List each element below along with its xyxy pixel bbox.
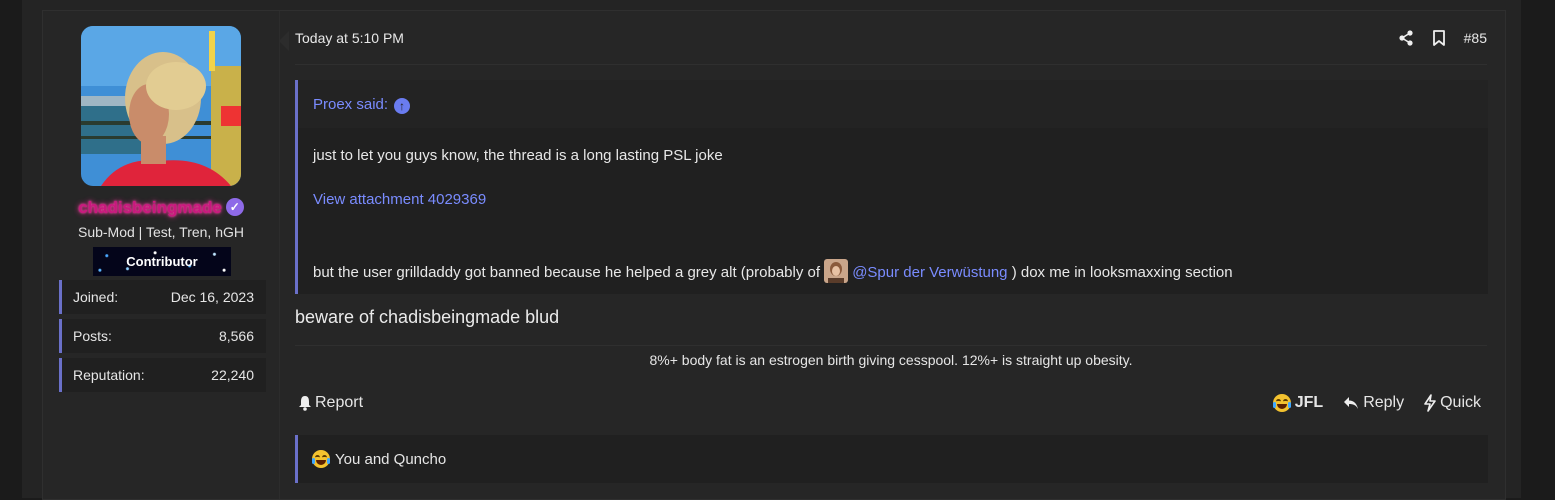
stat-posts: Posts: 8,566 [59, 319, 266, 353]
quote-line-3-start: but the user grilldaddy got banned becau… [313, 264, 821, 281]
share-icon[interactable] [1398, 30, 1414, 46]
reactions-text[interactable]: You and Quncho [335, 451, 446, 468]
jfl-label: JFL [1294, 394, 1324, 411]
stat-value[interactable]: 8,566 [219, 328, 254, 344]
quick-label: Quick [1440, 394, 1481, 411]
username-row: chadisbeingmade ✓ [43, 198, 279, 218]
reactions-bar[interactable]: You and Quncho [295, 435, 1488, 483]
post-footer-actions: JFL Reply Quick [1272, 394, 1481, 412]
quote-author-link[interactable]: Proex said: ↑ [313, 96, 411, 114]
laughing-crying-icon [312, 450, 330, 468]
post-header-actions: #85 [1398, 27, 1487, 49]
verified-icon: ✓ [225, 198, 244, 216]
reply-icon [1343, 396, 1359, 410]
quote-line-3: but the user grilldaddy got banned becau… [313, 259, 1233, 283]
stat-reputation: Reputation: 22,240 [59, 358, 266, 392]
quote-author-label: Proex said: [313, 96, 389, 113]
header-divider [295, 64, 1487, 65]
mention-avatar [824, 259, 849, 283]
jfl-react-button[interactable]: JFL [1272, 394, 1324, 412]
post-main: Today at 5:10 PM #85 Proex said: ↑ just … [295, 11, 1488, 499]
username-link[interactable]: chadisbeingmade [78, 198, 222, 217]
bookmark-icon[interactable] [1432, 30, 1446, 46]
user-banner-contributor: Contributor [93, 247, 231, 276]
signature: 8%+ body fat is an estrogen birth giving… [649, 352, 1133, 368]
quote-block: Proex said: ↑ just to let you guys know, … [295, 80, 1488, 294]
stat-joined: Joined: Dec 16, 2023 [59, 280, 266, 314]
user-title: Sub-Mod | Test, Tren, hGH [77, 224, 244, 240]
stat-value: Dec 16, 2023 [170, 289, 254, 305]
stat-label: Joined: [73, 289, 119, 305]
attachment-link[interactable]: View attachment 4029369 [313, 191, 486, 208]
post-container: chadisbeingmade ✓ Sub-Mod | Test, Tren, h… [42, 10, 1506, 500]
quick-reply-button[interactable]: Quick [1424, 394, 1481, 412]
bolt-icon [1424, 394, 1436, 412]
stat-label: Posts: [73, 328, 112, 344]
stat-value: 22,240 [211, 367, 254, 383]
post-arrow [279, 31, 289, 51]
post-body: beware of chadisbeingmade blud [295, 307, 560, 327]
bell-icon [298, 395, 312, 411]
reactions-summary: You and Quncho [312, 450, 446, 468]
report-button[interactable]: Report [298, 394, 363, 412]
mention-link[interactable]: @Spur der Verwüstung [852, 264, 1007, 281]
signature-divider [295, 345, 1487, 346]
quote-line-1: just to let you guys know, the thread is… [313, 147, 723, 164]
quote-header: Proex said: ↑ [298, 80, 1488, 128]
arrow-up-icon[interactable]: ↑ [394, 98, 411, 114]
user-column: chadisbeingmade ✓ Sub-Mod | Test, Tren, h… [43, 11, 280, 499]
post-number-link[interactable]: #85 [1464, 30, 1487, 46]
laughing-crying-icon [1272, 394, 1291, 412]
post-date[interactable]: Today at 5:10 PM [295, 30, 404, 46]
report-label: Report [315, 394, 364, 411]
reply-label: Reply [1363, 394, 1405, 411]
quote-line-3-end: ) dox me in looksmaxxing section [1011, 264, 1233, 281]
user-avatar[interactable] [81, 26, 241, 186]
stat-label: Reputation: [73, 367, 145, 383]
reply-button[interactable]: Reply [1343, 394, 1404, 412]
